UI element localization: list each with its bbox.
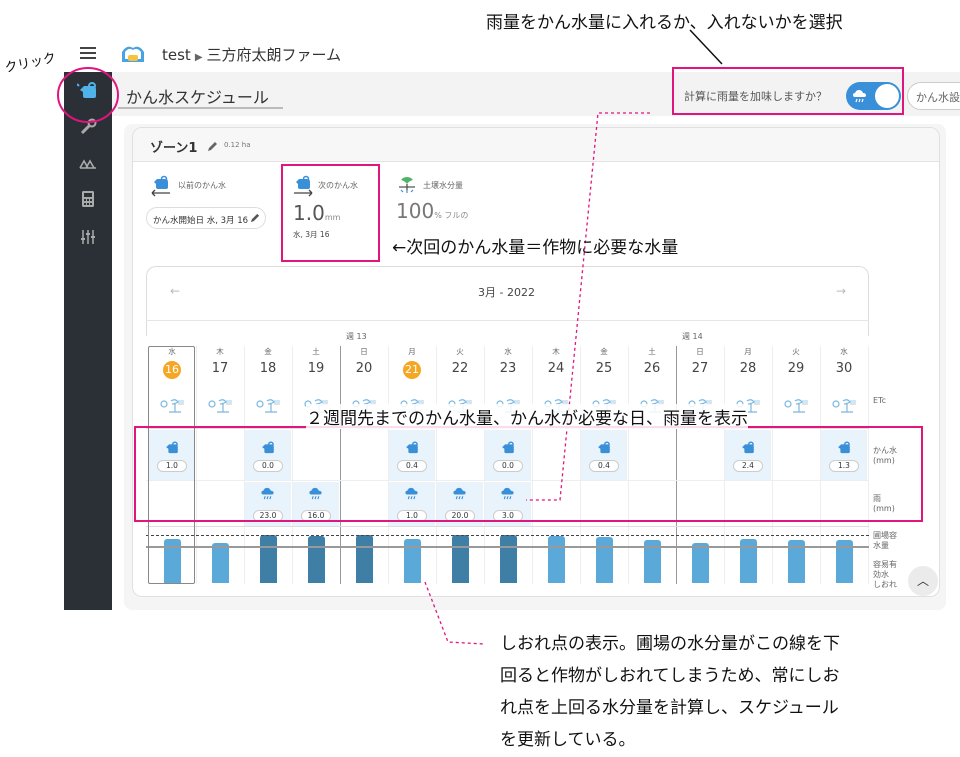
wilting-note-line: を更新している。 [500, 730, 636, 750]
annotation-box-schedule [134, 426, 923, 522]
annotation-box-next-irrigation [281, 164, 380, 262]
annotation-wilting-note: しおれ点の表示。圃場の水分量がこの線を下 回ると作物がしおれてしまうため、常にし… [500, 628, 840, 756]
wilting-note-line: れ点を上回る水分量を計算し、スケジュール [500, 698, 839, 718]
annotation-rain-select: 雨量をかん水量に入れるか、入れないかを選択 [486, 13, 843, 33]
annotation-box-rain-toggle [672, 67, 904, 115]
annotation-next-note: ←次回のかん水量＝作物に必要な水量 [392, 238, 679, 258]
annotation-two-weeks: ２週間先までのかん水量、かん水が必要な日、雨量を表示 [306, 404, 748, 429]
wilting-note-line: 回ると作物がしおれてしまうため、常にしお [500, 666, 840, 686]
wilting-note-line: しおれ点の表示。圃場の水分量がこの線を下 [500, 634, 840, 654]
